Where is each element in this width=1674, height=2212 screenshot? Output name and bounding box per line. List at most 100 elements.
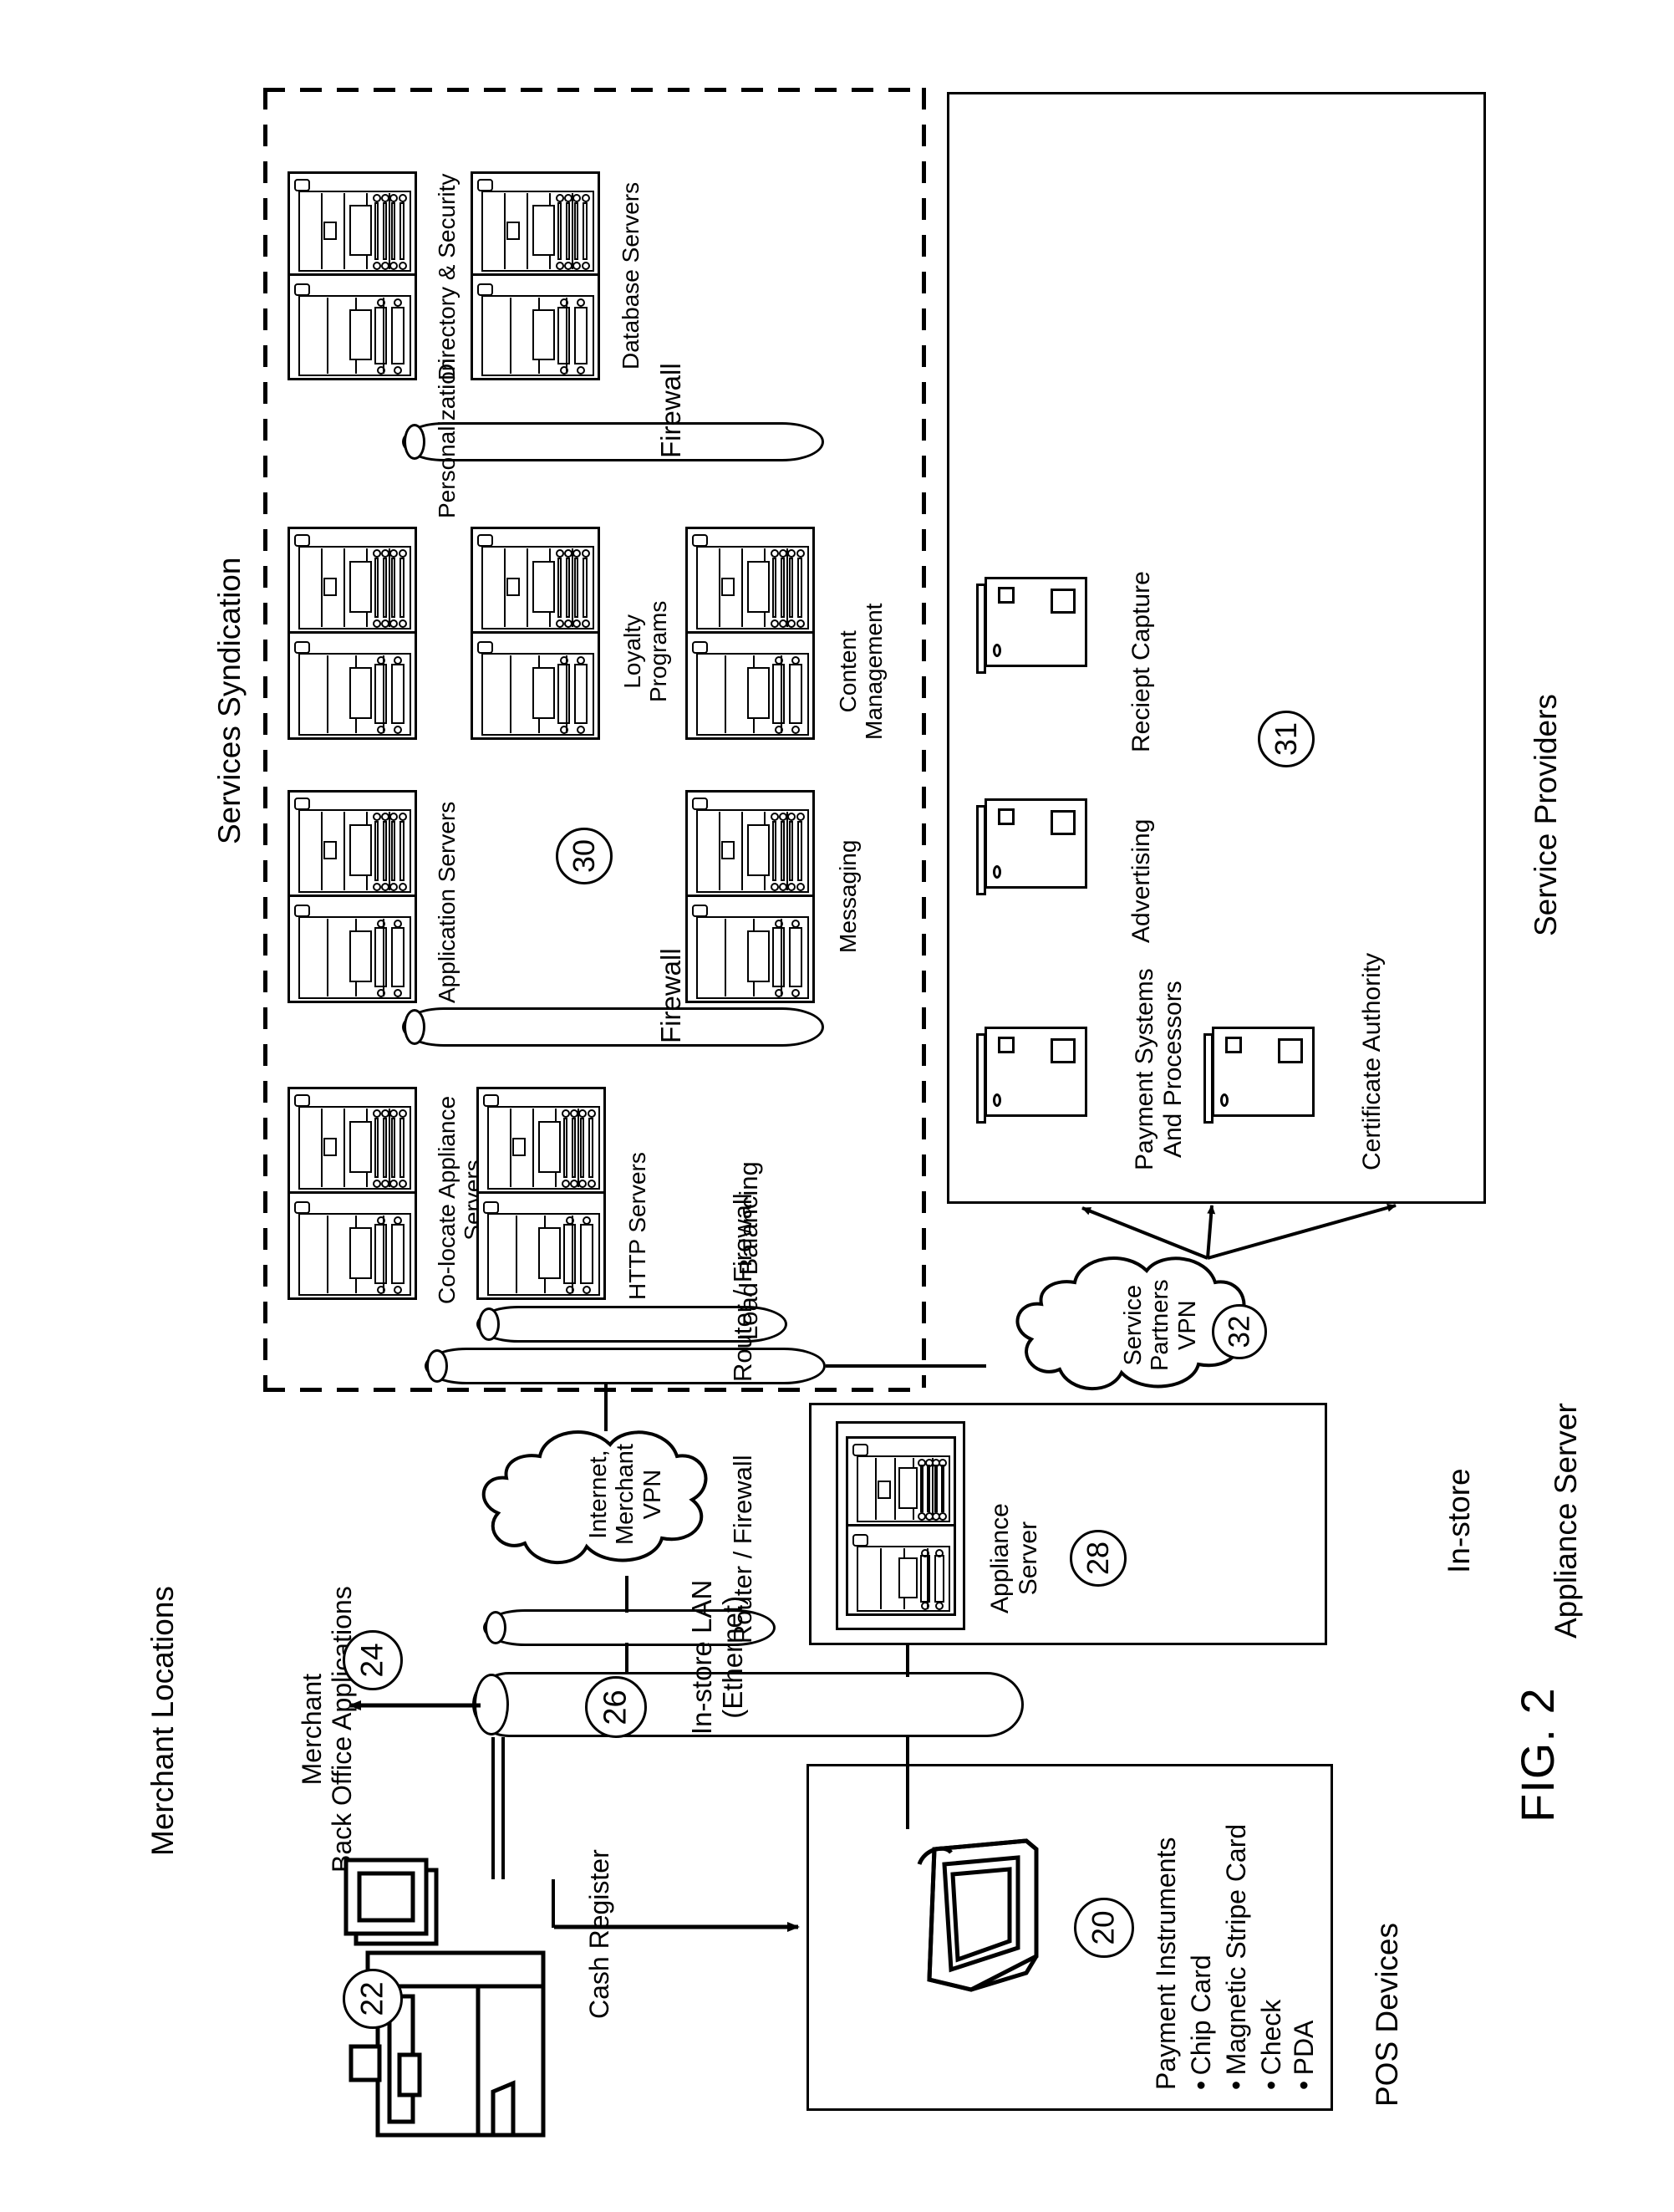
boundary-dash bbox=[922, 492, 926, 514]
rack-led bbox=[779, 882, 788, 891]
rack-bay bbox=[349, 560, 372, 613]
boundary-dash bbox=[922, 971, 926, 992]
hub-title-line1: Services Syndication bbox=[211, 557, 247, 844]
rack-led bbox=[581, 549, 590, 558]
boundary-dash bbox=[922, 603, 926, 624]
cylinder-cap bbox=[404, 1009, 425, 1045]
rack-bay bbox=[349, 667, 372, 720]
rack-card bbox=[574, 306, 588, 365]
rack-card bbox=[383, 201, 388, 261]
provider-box-reciept-capture bbox=[976, 577, 1087, 674]
link-lan-to-pos bbox=[906, 1737, 909, 1829]
rack-divider bbox=[880, 1547, 882, 1609]
rack-led bbox=[398, 882, 407, 891]
rack-divider bbox=[786, 548, 788, 627]
rack-led bbox=[394, 919, 403, 928]
boundary-dash bbox=[263, 308, 267, 330]
rack-http-servers bbox=[476, 1087, 606, 1300]
boundary-dash bbox=[263, 1388, 285, 1392]
boundary-dash bbox=[447, 1388, 469, 1392]
boundary-dash bbox=[922, 640, 926, 661]
boundary-dash bbox=[337, 88, 359, 92]
rack-knob bbox=[294, 283, 310, 296]
rack-divider bbox=[572, 193, 573, 269]
rack-card bbox=[563, 1117, 568, 1178]
boundary-dash bbox=[263, 1265, 267, 1287]
rack-database-servers bbox=[471, 171, 600, 380]
bar-hub-router-firewall: Router / Firewall bbox=[425, 1193, 826, 1384]
rack-led bbox=[775, 655, 784, 665]
rack-led bbox=[560, 655, 569, 665]
rack-led bbox=[796, 882, 805, 891]
rack-led bbox=[581, 194, 590, 202]
rack-led bbox=[791, 655, 801, 665]
rack-knob bbox=[294, 1094, 310, 1107]
rack-card bbox=[391, 1117, 396, 1178]
pos-item-chip-card: • Chip Card bbox=[1186, 1955, 1216, 2090]
rack-card bbox=[927, 1465, 931, 1513]
rack-led bbox=[381, 882, 390, 891]
boundary-dash bbox=[263, 1191, 267, 1213]
rack-card bbox=[391, 820, 396, 881]
rack-card bbox=[772, 927, 786, 988]
boundary-dash bbox=[922, 125, 926, 146]
ref-20-value: 20 bbox=[1086, 1910, 1121, 1945]
ref-32-value: 32 bbox=[1223, 1315, 1255, 1348]
cylinder-cap bbox=[478, 1307, 500, 1341]
rack-button bbox=[323, 577, 337, 596]
rack-led bbox=[381, 619, 390, 628]
boundary-dash bbox=[263, 1081, 267, 1103]
label-in-store-lan: In-store LAN (Ethernet) bbox=[686, 1579, 748, 1735]
rack-divider bbox=[326, 1215, 328, 1293]
rack-divider bbox=[343, 1109, 345, 1187]
rack-led bbox=[796, 549, 805, 558]
boundary-dash bbox=[484, 88, 506, 92]
boundary-dash bbox=[263, 345, 267, 367]
rack-divider bbox=[343, 548, 345, 627]
rack-card bbox=[919, 1554, 930, 1603]
boundary-dash bbox=[922, 419, 926, 441]
box-square-large bbox=[1051, 810, 1076, 835]
rack-card bbox=[557, 557, 562, 618]
rack-divider bbox=[724, 918, 726, 996]
rack-divider bbox=[572, 548, 573, 627]
boundary-dash bbox=[263, 1338, 267, 1360]
rack-personalization bbox=[287, 527, 417, 740]
rack-divider bbox=[527, 193, 528, 269]
rack-colocate-appliance-servers bbox=[287, 1087, 417, 1300]
box-square-small bbox=[998, 587, 1015, 604]
rack-bay bbox=[537, 1120, 561, 1173]
boundary-dash bbox=[263, 125, 267, 146]
rack-knob bbox=[852, 1444, 868, 1456]
rack-led bbox=[398, 549, 407, 558]
ref-30: 30 bbox=[556, 828, 613, 884]
rack-led bbox=[935, 1548, 944, 1557]
rack-divider bbox=[527, 548, 528, 627]
rack-led bbox=[398, 1179, 407, 1188]
rack-bay bbox=[349, 309, 372, 360]
rack-led bbox=[796, 813, 805, 821]
bar-firewall-lower-label: Firewall bbox=[655, 948, 686, 1043]
rack-card bbox=[399, 820, 405, 881]
rack-led bbox=[787, 882, 796, 891]
rack-card bbox=[374, 201, 379, 261]
bar-firewall-upper-label: Firewall bbox=[655, 363, 686, 458]
rack-card bbox=[934, 1465, 938, 1513]
rack-led bbox=[394, 655, 403, 665]
link-lan-to-cash-register-2 bbox=[501, 1737, 505, 1879]
boundary-dash bbox=[300, 1388, 322, 1392]
rack-knob bbox=[477, 640, 493, 654]
rack-card bbox=[919, 1465, 923, 1513]
rack-card bbox=[580, 1117, 585, 1178]
rack-bay bbox=[532, 560, 555, 613]
label-payment-systems: Payment Systems And Processors bbox=[1131, 968, 1187, 1170]
rack-button bbox=[323, 221, 337, 240]
boundary-dash bbox=[521, 1388, 542, 1392]
boundary-dash bbox=[922, 529, 926, 551]
rack-application-servers bbox=[287, 790, 417, 1003]
rack-divider bbox=[343, 193, 345, 269]
label-personalization: Personalization bbox=[434, 358, 460, 518]
boundary-dash bbox=[263, 1007, 267, 1029]
boundary-dash bbox=[922, 860, 926, 882]
boundary-dash bbox=[263, 1118, 267, 1139]
